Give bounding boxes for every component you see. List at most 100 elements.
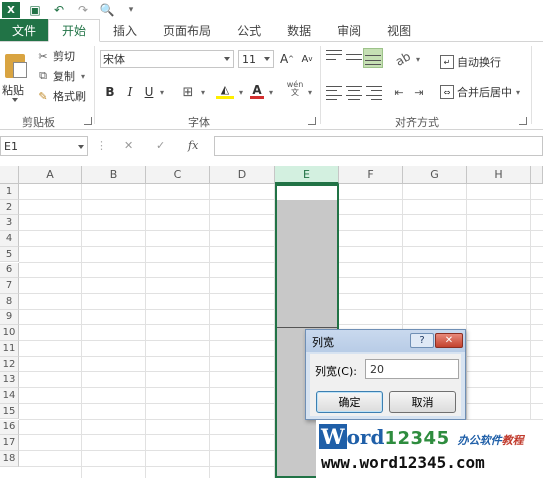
phonetic-icon[interactable]: wén 文	[287, 80, 304, 98]
row-header-18[interactable]: 18	[0, 450, 19, 467]
ok-button[interactable]: 确定	[316, 391, 383, 413]
font-launcher-icon[interactable]	[308, 117, 316, 125]
column-header-g[interactable]: G	[403, 166, 467, 184]
clipboard-group-label: 剪贴板	[22, 116, 55, 129]
row-header-7[interactable]: 7	[0, 278, 19, 294]
row-header-8[interactable]: 8	[0, 293, 19, 310]
column-header-d[interactable]: D	[210, 166, 275, 184]
align-center-icon[interactable]	[346, 86, 362, 100]
tab-review[interactable]: 审阅	[324, 19, 374, 41]
name-box[interactable]: E1	[0, 136, 88, 156]
copy-button[interactable]: ⧉ 复制 ▾	[36, 68, 85, 84]
copy-dropdown-icon[interactable]: ▾	[81, 72, 85, 81]
paste-label[interactable]: 粘贴	[2, 82, 24, 98]
customize-qat-icon[interactable]: ▾	[122, 2, 140, 18]
active-cell-e1[interactable]	[277, 186, 337, 200]
align-top-icon[interactable]	[326, 50, 342, 64]
excel-logo-icon: X	[2, 2, 20, 18]
tab-insert[interactable]: 插入	[100, 19, 150, 41]
align-right-icon[interactable]	[366, 86, 382, 100]
row-header-5[interactable]: 5	[0, 246, 19, 263]
select-all-corner[interactable]	[0, 166, 19, 184]
cancel-button[interactable]: 取消	[389, 391, 456, 413]
close-button[interactable]: ✕	[435, 333, 463, 348]
scissors-icon: ✂	[38, 49, 48, 63]
bold-button[interactable]: B	[103, 83, 117, 101]
enter-icon[interactable]: ✓	[156, 139, 165, 152]
clipboard-launcher-icon[interactable]	[84, 117, 92, 125]
underline-button[interactable]: U	[142, 83, 156, 101]
format-painter-label: 格式刷	[53, 90, 86, 103]
column-header-partial[interactable]	[531, 166, 543, 184]
italic-button[interactable]: I	[123, 83, 137, 101]
fill-color-icon[interactable]: ◭	[216, 83, 234, 99]
formula-input[interactable]	[214, 136, 543, 156]
font-color-icon[interactable]: A	[250, 83, 264, 99]
row-header-3[interactable]: 3	[0, 215, 19, 232]
row-header-17[interactable]: 17	[0, 435, 19, 451]
cut-button[interactable]: ✂ 剪切	[36, 48, 75, 64]
font-name-select[interactable]: 宋体	[100, 50, 234, 68]
align-left-icon[interactable]	[326, 86, 342, 100]
column-width-input[interactable]: 20	[365, 359, 459, 379]
row-header-13[interactable]: 13	[0, 372, 19, 389]
column-header-e[interactable]: E	[275, 166, 339, 184]
name-box-value: E1	[4, 139, 18, 153]
wrap-text-button[interactable]: ↵ 自动换行	[440, 54, 501, 70]
tab-page-layout[interactable]: 页面布局	[150, 19, 224, 41]
decrease-indent-icon[interactable]: ⇤	[390, 83, 408, 101]
row-header-10[interactable]: 10	[0, 325, 19, 341]
row-header-14[interactable]: 14	[0, 388, 19, 404]
column-header-c[interactable]: C	[146, 166, 210, 184]
row-header-15[interactable]: 15	[0, 403, 19, 420]
insert-function-icon[interactable]: fx	[188, 139, 198, 152]
tab-formulas[interactable]: 公式	[224, 19, 274, 41]
column-header-f[interactable]: F	[339, 166, 403, 184]
alignment-launcher-icon[interactable]	[519, 117, 527, 125]
row-header-6[interactable]: 6	[0, 262, 19, 279]
column-header-b[interactable]: B	[82, 166, 146, 184]
merge-dropdown-icon[interactable]: ▾	[516, 88, 520, 97]
help-button[interactable]: ?	[410, 333, 434, 348]
border-icon[interactable]: ⊞	[180, 83, 196, 101]
paste-dropdown-icon[interactable]	[12, 98, 18, 102]
row-header-16[interactable]: 16	[0, 419, 19, 436]
tab-view[interactable]: 视图	[374, 19, 424, 41]
copy-icon: ⧉	[39, 69, 47, 82]
paste-button[interactable]	[3, 50, 29, 80]
cancel-icon[interactable]: ✕	[124, 139, 133, 152]
wrap-text-label: 自动换行	[457, 56, 501, 69]
fill-dropdown-icon[interactable]: ▾	[236, 83, 246, 101]
row-header-2[interactable]: 2	[0, 199, 19, 216]
font-size-select[interactable]: 11	[238, 50, 274, 68]
align-bottom-icon	[365, 51, 381, 65]
shrink-font-button[interactable]: Av	[299, 50, 315, 68]
underline-dropdown-icon[interactable]: ▾	[157, 83, 167, 101]
watermark-logo: W ord 12345 办公软件 教程 www.word12345.com	[316, 420, 543, 478]
align-bottom-button[interactable]	[363, 48, 383, 68]
row-header-12[interactable]: 12	[0, 356, 19, 373]
row-header-1[interactable]: 1	[0, 184, 19, 200]
tab-file[interactable]: 文件	[0, 19, 49, 41]
orientation-dropdown-icon[interactable]: ▾	[413, 50, 423, 68]
redo-icon[interactable]: ↷	[74, 2, 92, 18]
row-header-9[interactable]: 9	[0, 309, 19, 326]
merge-center-button[interactable]: ⇔ 合并后居中 ▾	[440, 84, 520, 100]
font-color-dropdown-icon[interactable]: ▾	[266, 83, 276, 101]
tab-home[interactable]: 开始	[48, 19, 101, 42]
save-icon[interactable]: ▣	[26, 2, 44, 18]
phonetic-dropdown-icon[interactable]: ▾	[305, 83, 315, 101]
grow-font-button[interactable]: A ^	[279, 50, 295, 68]
row-header-11[interactable]: 11	[0, 341, 19, 357]
tab-data[interactable]: 数据	[274, 19, 324, 41]
print-preview-icon[interactable]: 🔍	[98, 2, 116, 18]
format-painter-button[interactable]: ✎ 格式刷	[36, 88, 86, 104]
increase-indent-icon[interactable]: ⇥	[410, 83, 428, 101]
row-header-4[interactable]: 4	[0, 231, 19, 247]
column-header-a[interactable]: A	[19, 166, 82, 184]
undo-icon[interactable]: ↶	[50, 2, 68, 18]
align-middle-icon[interactable]	[346, 50, 362, 64]
column-header-h[interactable]: H	[467, 166, 531, 184]
border-dropdown-icon[interactable]: ▾	[198, 83, 208, 101]
watermark-tagline-a: 办公软件	[457, 434, 502, 447]
